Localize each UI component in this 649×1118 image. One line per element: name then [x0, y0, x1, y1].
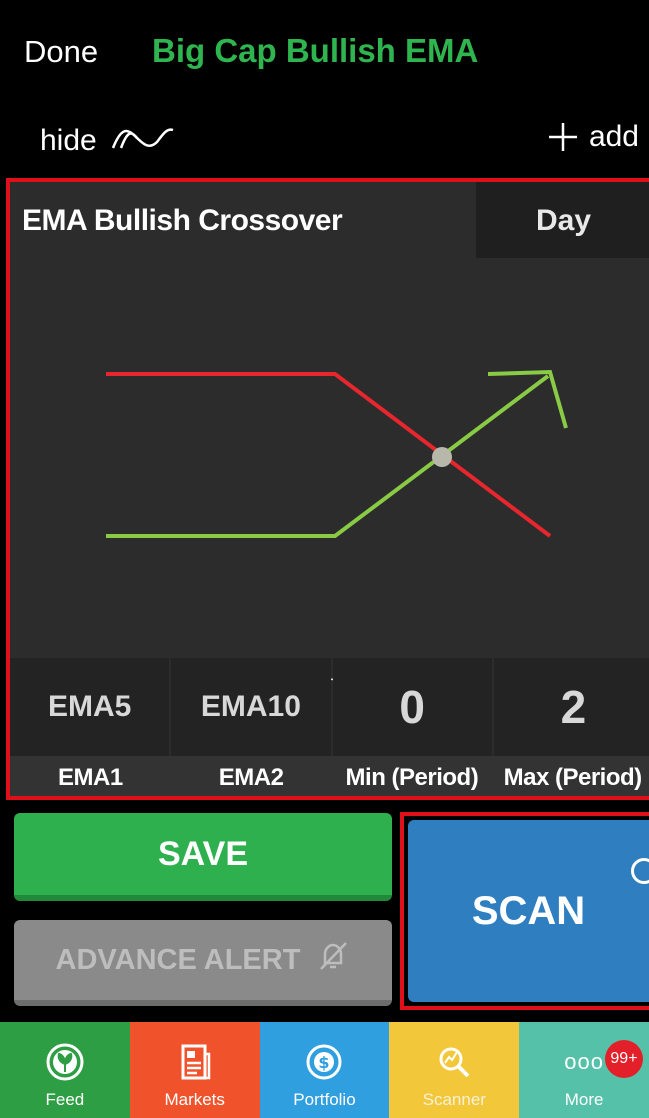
max-period-label: Max (Period) [503, 764, 643, 791]
advance-alert-label: ADVANCE ALERT [55, 943, 301, 976]
plus-icon [547, 121, 579, 154]
arrow-head-icon [487, 369, 568, 429]
portfolio-icon: $ [302, 1040, 346, 1084]
notification-badge: 99+ [604, 1040, 643, 1078]
hide-button[interactable]: hide [40, 122, 181, 160]
tab-markets[interactable]: Markets [129, 1022, 260, 1118]
bullish-line [106, 374, 550, 538]
done-button[interactable]: Done [24, 34, 98, 70]
ema1-label: EMA1 [58, 764, 123, 791]
hide-label: hide [40, 124, 97, 157]
timeframe-label: Day [536, 204, 592, 237]
ema1-value[interactable]: EMA5 [10, 658, 170, 756]
parameters-table: EMA5 EMA10 0 2 EMA1 EMA2 Min (Period) Ma… [10, 658, 649, 796]
crossover-point [432, 447, 452, 467]
tab-feed-label: Feed [45, 1090, 85, 1109]
criteria-title: EMA Bullish Crossover [22, 204, 343, 237]
feed-icon [43, 1040, 87, 1084]
save-button[interactable]: SAVE [14, 813, 392, 901]
add-label: add [588, 120, 639, 153]
tab-portfolio[interactable]: $ Portfolio [259, 1022, 390, 1118]
min-period-value[interactable]: 0 [332, 658, 492, 756]
tab-markets-label: Markets [164, 1090, 225, 1109]
tab-scanner-label: Scanner [422, 1090, 486, 1109]
add-button[interactable]: add [547, 120, 639, 154]
wave-icon [111, 122, 181, 160]
tab-portfolio-label: Portfolio [293, 1090, 356, 1109]
crossover-diagram: EMA Bullish Crossover [10, 258, 649, 695]
top-bar: Done Big Cap Bullish EMA [0, 0, 649, 100]
card-header: EMA Bullish Crossover Day [10, 182, 649, 258]
parameter-values-row: EMA5 EMA10 0 2 [10, 658, 649, 756]
alert-off-icon [316, 939, 350, 981]
advance-alert-button[interactable]: ADVANCE ALERT [14, 920, 392, 1006]
timeframe-selector[interactable]: Day [476, 182, 649, 258]
min-period-label: Min (Period) [345, 764, 479, 791]
max-period-value[interactable]: 2 [493, 658, 649, 756]
scan-label: SCAN [471, 888, 586, 933]
parameter-labels-row: EMA1 EMA2 Min (Period) Max (Period) [10, 756, 649, 796]
bearish-line [106, 372, 552, 538]
tab-more-label: More [564, 1090, 604, 1109]
page-title: Big Cap Bullish EMA [152, 32, 479, 69]
scan-criteria-card[interactable]: EMA Bullish Crossover Day EMA Bullish Cr… [6, 178, 649, 800]
svg-text:$: $ [319, 1053, 330, 1072]
more-icon: ooo [564, 1049, 604, 1074]
tab-bar: Feed Markets $ Portfolio Scanner ooo Mor… [0, 1022, 649, 1118]
ema2-value[interactable]: EMA10 [171, 658, 331, 756]
tab-more[interactable]: ooo More 99+ [519, 1022, 649, 1118]
tab-scanner[interactable]: Scanner [389, 1022, 520, 1118]
scan-button[interactable]: SCAN [408, 820, 649, 1002]
info-icon[interactable] [631, 858, 649, 884]
tab-feed[interactable]: Feed [0, 1022, 130, 1118]
markets-icon [173, 1040, 217, 1084]
ema2-label: EMA2 [218, 764, 284, 791]
scanner-icon [432, 1040, 476, 1084]
